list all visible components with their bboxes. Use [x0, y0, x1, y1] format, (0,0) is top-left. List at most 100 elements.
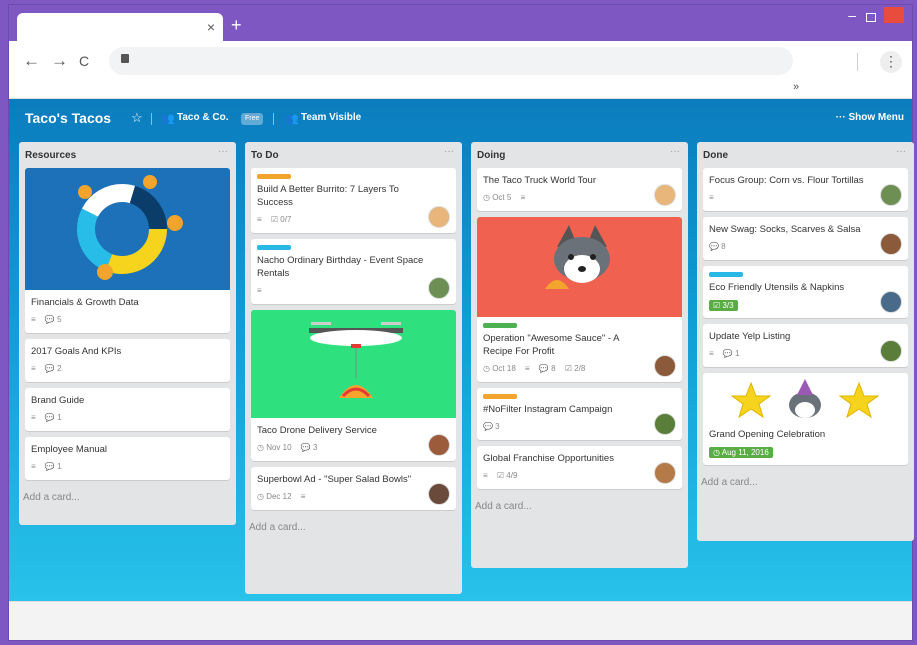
comment-badge: 💬 5 [44, 315, 62, 324]
avatar[interactable] [654, 355, 676, 377]
card-title: Focus Group: Corn vs. Flour Tortillas [709, 175, 864, 186]
card-goals[interactable]: 2017 Goals And KPIs ≡ 💬 2 [25, 339, 230, 382]
card-label [257, 245, 291, 250]
board-title[interactable]: Taco's Tacos [25, 110, 111, 126]
visibility-label[interactable]: Team Visible [301, 112, 361, 123]
list-title[interactable]: Done [703, 150, 728, 161]
card-title: Employee Manual [31, 444, 108, 455]
card-world-tour[interactable]: The Taco Truck World Tour ◷ Oct 5 ≡ [477, 168, 682, 211]
card-cover-image [477, 217, 682, 317]
status-bar [9, 601, 912, 640]
list-title[interactable]: Resources [25, 150, 76, 161]
card-eco-utensils[interactable]: Eco Friendly Utensils & Napkins ☑ 3/3 [703, 266, 908, 318]
card-title: Grand Opening Celebration [709, 429, 826, 440]
card-drone[interactable]: Taco Drone Delivery Service ◷ Nov 10 💬 3 [251, 310, 456, 461]
org-name[interactable]: Taco & Co. [177, 112, 228, 123]
card-birthday[interactable]: Nacho Ordinary Birthday - Event Space Re… [251, 239, 456, 304]
card-franchise[interactable]: Global Franchise Opportunities ≡ ☑ 4/9 [477, 446, 682, 489]
avatar[interactable] [428, 483, 450, 505]
avatar[interactable] [428, 277, 450, 299]
header-divider [273, 113, 274, 125]
avatar[interactable] [654, 462, 676, 484]
description-badge: ≡ [31, 315, 36, 324]
list-header: Doing ··· [471, 142, 688, 168]
address-bar[interactable] [109, 47, 793, 75]
description-badge: ≡ [31, 413, 36, 422]
back-button[interactable]: ← [23, 51, 40, 71]
card-superbowl[interactable]: Superbowl Ad - "Super Salad Bowls" ◷ Dec… [251, 467, 456, 510]
card-focus-group[interactable]: Focus Group: Corn vs. Flour Tortillas ≡ [703, 168, 908, 211]
maximize-button[interactable] [866, 13, 876, 22]
add-card-button[interactable]: Add a card... [245, 516, 462, 540]
browser-tab[interactable]: × [17, 13, 223, 41]
avatar[interactable] [880, 184, 902, 206]
card-badges: ≡ [709, 193, 902, 205]
list-menu-icon[interactable]: ··· [444, 146, 454, 157]
card-title: Build A Better Burrito: 7 Layers To Succ… [257, 184, 399, 208]
description-badge: ≡ [709, 193, 714, 202]
card-badges: 💬 8 [709, 242, 902, 254]
card-instagram[interactable]: #NoFilter Instagram Campaign 💬 3 [477, 388, 682, 440]
card-swag[interactable]: New Swag: Socks, Scarves & Salsa 💬 8 [703, 217, 908, 260]
card-grand-opening[interactable]: Grand Opening Celebration ◷ Aug 11, 2016 [703, 373, 908, 465]
new-tab-button[interactable]: + [231, 15, 242, 36]
card-title: Superbowl Ad - "Super Salad Bowls" [257, 474, 412, 485]
list-menu-icon[interactable]: ··· [896, 146, 906, 157]
avatar[interactable] [428, 434, 450, 456]
due-date-badge: ◷ Oct 5 [483, 193, 512, 202]
card-badges: ≡ 💬 1 [709, 349, 902, 361]
add-card-button[interactable]: Add a card... [697, 471, 914, 495]
card-title: #NoFilter Instagram Campaign [483, 404, 613, 415]
comment-badge: 💬 1 [44, 462, 62, 471]
card-badges: ≡ 💬 2 [31, 364, 224, 376]
list-header: Done ··· [697, 142, 914, 168]
bookmarks-more-button[interactable]: » [793, 81, 799, 93]
due-date-badge: ◷ Aug 11, 2016 [709, 447, 773, 458]
description-badge: ≡ [31, 462, 36, 471]
card-title: The Taco Truck World Tour [483, 175, 596, 186]
avatar[interactable] [880, 291, 902, 313]
checklist-badge: ☑ 2/8 [564, 364, 586, 373]
reload-button[interactable]: C [79, 53, 89, 69]
card-employee-manual[interactable]: Employee Manual ≡ 💬 1 [25, 437, 230, 480]
window-close-button[interactable] [884, 7, 904, 23]
browser-window: × + – ← → C ⋮ » Taco's Tacos ☆ 👥 Taco & … [8, 4, 914, 641]
list-done: Done ··· Focus Group: Corn vs. Flour Tor… [697, 142, 914, 541]
card-yelp[interactable]: Update Yelp Listing ≡ 💬 1 [703, 324, 908, 367]
list-title[interactable]: To Do [251, 150, 279, 161]
avatar[interactable] [880, 233, 902, 255]
add-card-button[interactable]: Add a card... [471, 495, 688, 519]
forward-button[interactable]: → [51, 51, 68, 71]
avatar[interactable] [654, 184, 676, 206]
card-brand-guide[interactable]: Brand Guide ≡ 💬 1 [25, 388, 230, 431]
card-title: Brand Guide [31, 395, 85, 406]
star-icon[interactable]: ☆ [131, 110, 143, 126]
minimize-button[interactable]: – [848, 7, 856, 23]
card-badges: ≡ 💬 5 [31, 315, 224, 327]
card-title: Update Yelp Listing [709, 331, 791, 342]
avatar[interactable] [428, 206, 450, 228]
comment-badge: 💬 3 [300, 443, 318, 452]
description-badge: ≡ [257, 215, 262, 224]
list-title[interactable]: Doing [477, 150, 505, 161]
add-card-button[interactable]: Add a card... [19, 486, 236, 510]
free-badge: Free [241, 113, 264, 125]
card-badges: ◷ Oct 5 ≡ [483, 193, 676, 205]
avatar[interactable] [654, 413, 676, 435]
list-menu-icon[interactable]: ··· [670, 146, 680, 157]
comment-badge: 💬 1 [44, 413, 62, 422]
browser-menu-button[interactable]: ⋮ [880, 51, 902, 73]
visibility-icon: 👥 [285, 113, 299, 125]
due-date-badge: ◷ Nov 10 [257, 443, 292, 452]
list-doing: Doing ··· The Taco Truck World Tour ◷ Oc… [471, 142, 688, 568]
card-awesome-sauce[interactable]: Operation "Awesome Sauce" - A Recipe For… [477, 217, 682, 382]
card-financials[interactable]: Financials & Growth Data ≡ 💬 5 [25, 168, 230, 333]
card-title: Nacho Ordinary Birthday - Event Space Re… [257, 255, 424, 279]
show-menu-button[interactable]: ··· Show Menu [836, 112, 904, 123]
list-menu-icon[interactable]: ··· [218, 146, 228, 157]
card-burrito[interactable]: Build A Better Burrito: 7 Layers To Succ… [251, 168, 456, 233]
tab-close-icon[interactable]: × [207, 19, 215, 35]
avatar[interactable] [880, 340, 902, 362]
board-header: Taco's Tacos ☆ 👥 Taco & Co. Free 👥 Team … [9, 99, 912, 139]
celebration-illustration [730, 379, 880, 419]
